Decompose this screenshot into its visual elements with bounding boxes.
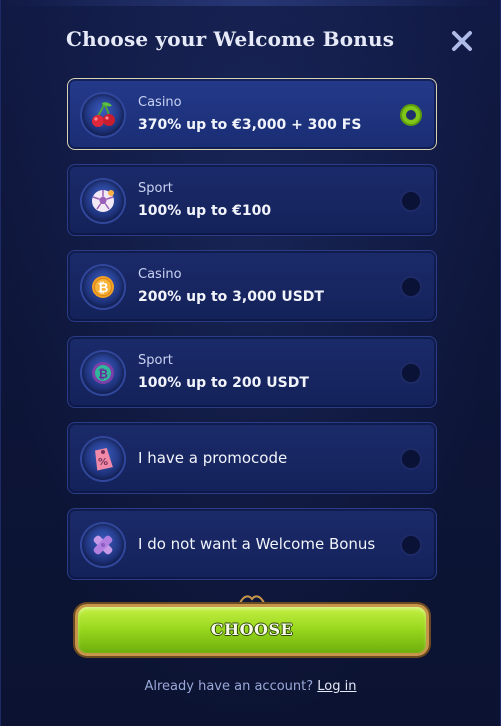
bonus-option-casino-eur[interactable]: Casino 370% up to €3,000 + 300 FS: [67, 78, 437, 150]
soccer-ball-icon: [82, 180, 124, 222]
bonus-option-sport-eur[interactable]: Sport 100% up to €100: [67, 164, 437, 236]
option-category: Casino: [138, 95, 182, 110]
option-title: I do not want a Welcome Bonus: [138, 535, 376, 553]
svg-text:₿: ₿: [98, 281, 109, 296]
bitcoin-coin-icon: ₿: [82, 266, 124, 308]
radio-unselected[interactable]: [400, 448, 422, 470]
cherry-icon: [82, 94, 124, 136]
close-button[interactable]: [449, 28, 475, 54]
cross-bandage-icon: [82, 524, 124, 566]
login-prompt: Already have an account? Log in: [1, 679, 500, 694]
radio-selected[interactable]: [400, 104, 422, 126]
login-link[interactable]: Log in: [317, 679, 356, 694]
percent-tag-icon: %: [82, 438, 124, 480]
bonus-option-sport-usdt[interactable]: ₿ Sport 100% up to 200 USDT: [67, 336, 437, 408]
choose-button-frame: CHOOSE: [69, 595, 435, 662]
option-category: Sport: [138, 353, 173, 368]
dialog-title: Choose your Welcome Bonus: [66, 27, 395, 51]
option-title: 100% up to 200 USDT: [138, 375, 309, 391]
radio-unselected[interactable]: [400, 276, 422, 298]
option-title: I have a promocode: [138, 449, 288, 467]
close-icon: [452, 31, 472, 51]
radio-unselected[interactable]: [400, 190, 422, 212]
option-title: 200% up to 3,000 USDT: [138, 289, 324, 305]
svg-text:%: %: [98, 457, 108, 468]
svg-text:₿: ₿: [98, 367, 108, 381]
option-category: Casino: [138, 267, 182, 282]
option-title: 100% up to €100: [138, 203, 272, 219]
login-prompt-text: Already have an account?: [144, 679, 314, 694]
option-category: Sport: [138, 181, 173, 196]
bonus-option-casino-usdt[interactable]: ₿ Casino 200% up to 3,000 USDT: [67, 250, 437, 322]
radio-unselected[interactable]: [400, 362, 422, 384]
top-ornament: [1, 0, 500, 6]
choose-button-label: CHOOSE: [210, 620, 294, 639]
radio-unselected[interactable]: [400, 534, 422, 556]
option-title: 370% up to €3,000 + 300 FS: [138, 117, 362, 133]
button-ornament: [239, 595, 265, 604]
crypto-ball-icon: ₿: [82, 352, 124, 394]
welcome-bonus-dialog: Choose your Welcome Bonus Casino 370% up…: [0, 0, 501, 726]
bonus-option-promocode[interactable]: % I have a promocode: [67, 422, 437, 494]
bonus-option-no-bonus[interactable]: I do not want a Welcome Bonus: [67, 508, 437, 580]
bonus-options-list: Casino 370% up to €3,000 + 300 FS Sport …: [67, 78, 437, 594]
choose-button[interactable]: CHOOSE: [75, 604, 429, 656]
